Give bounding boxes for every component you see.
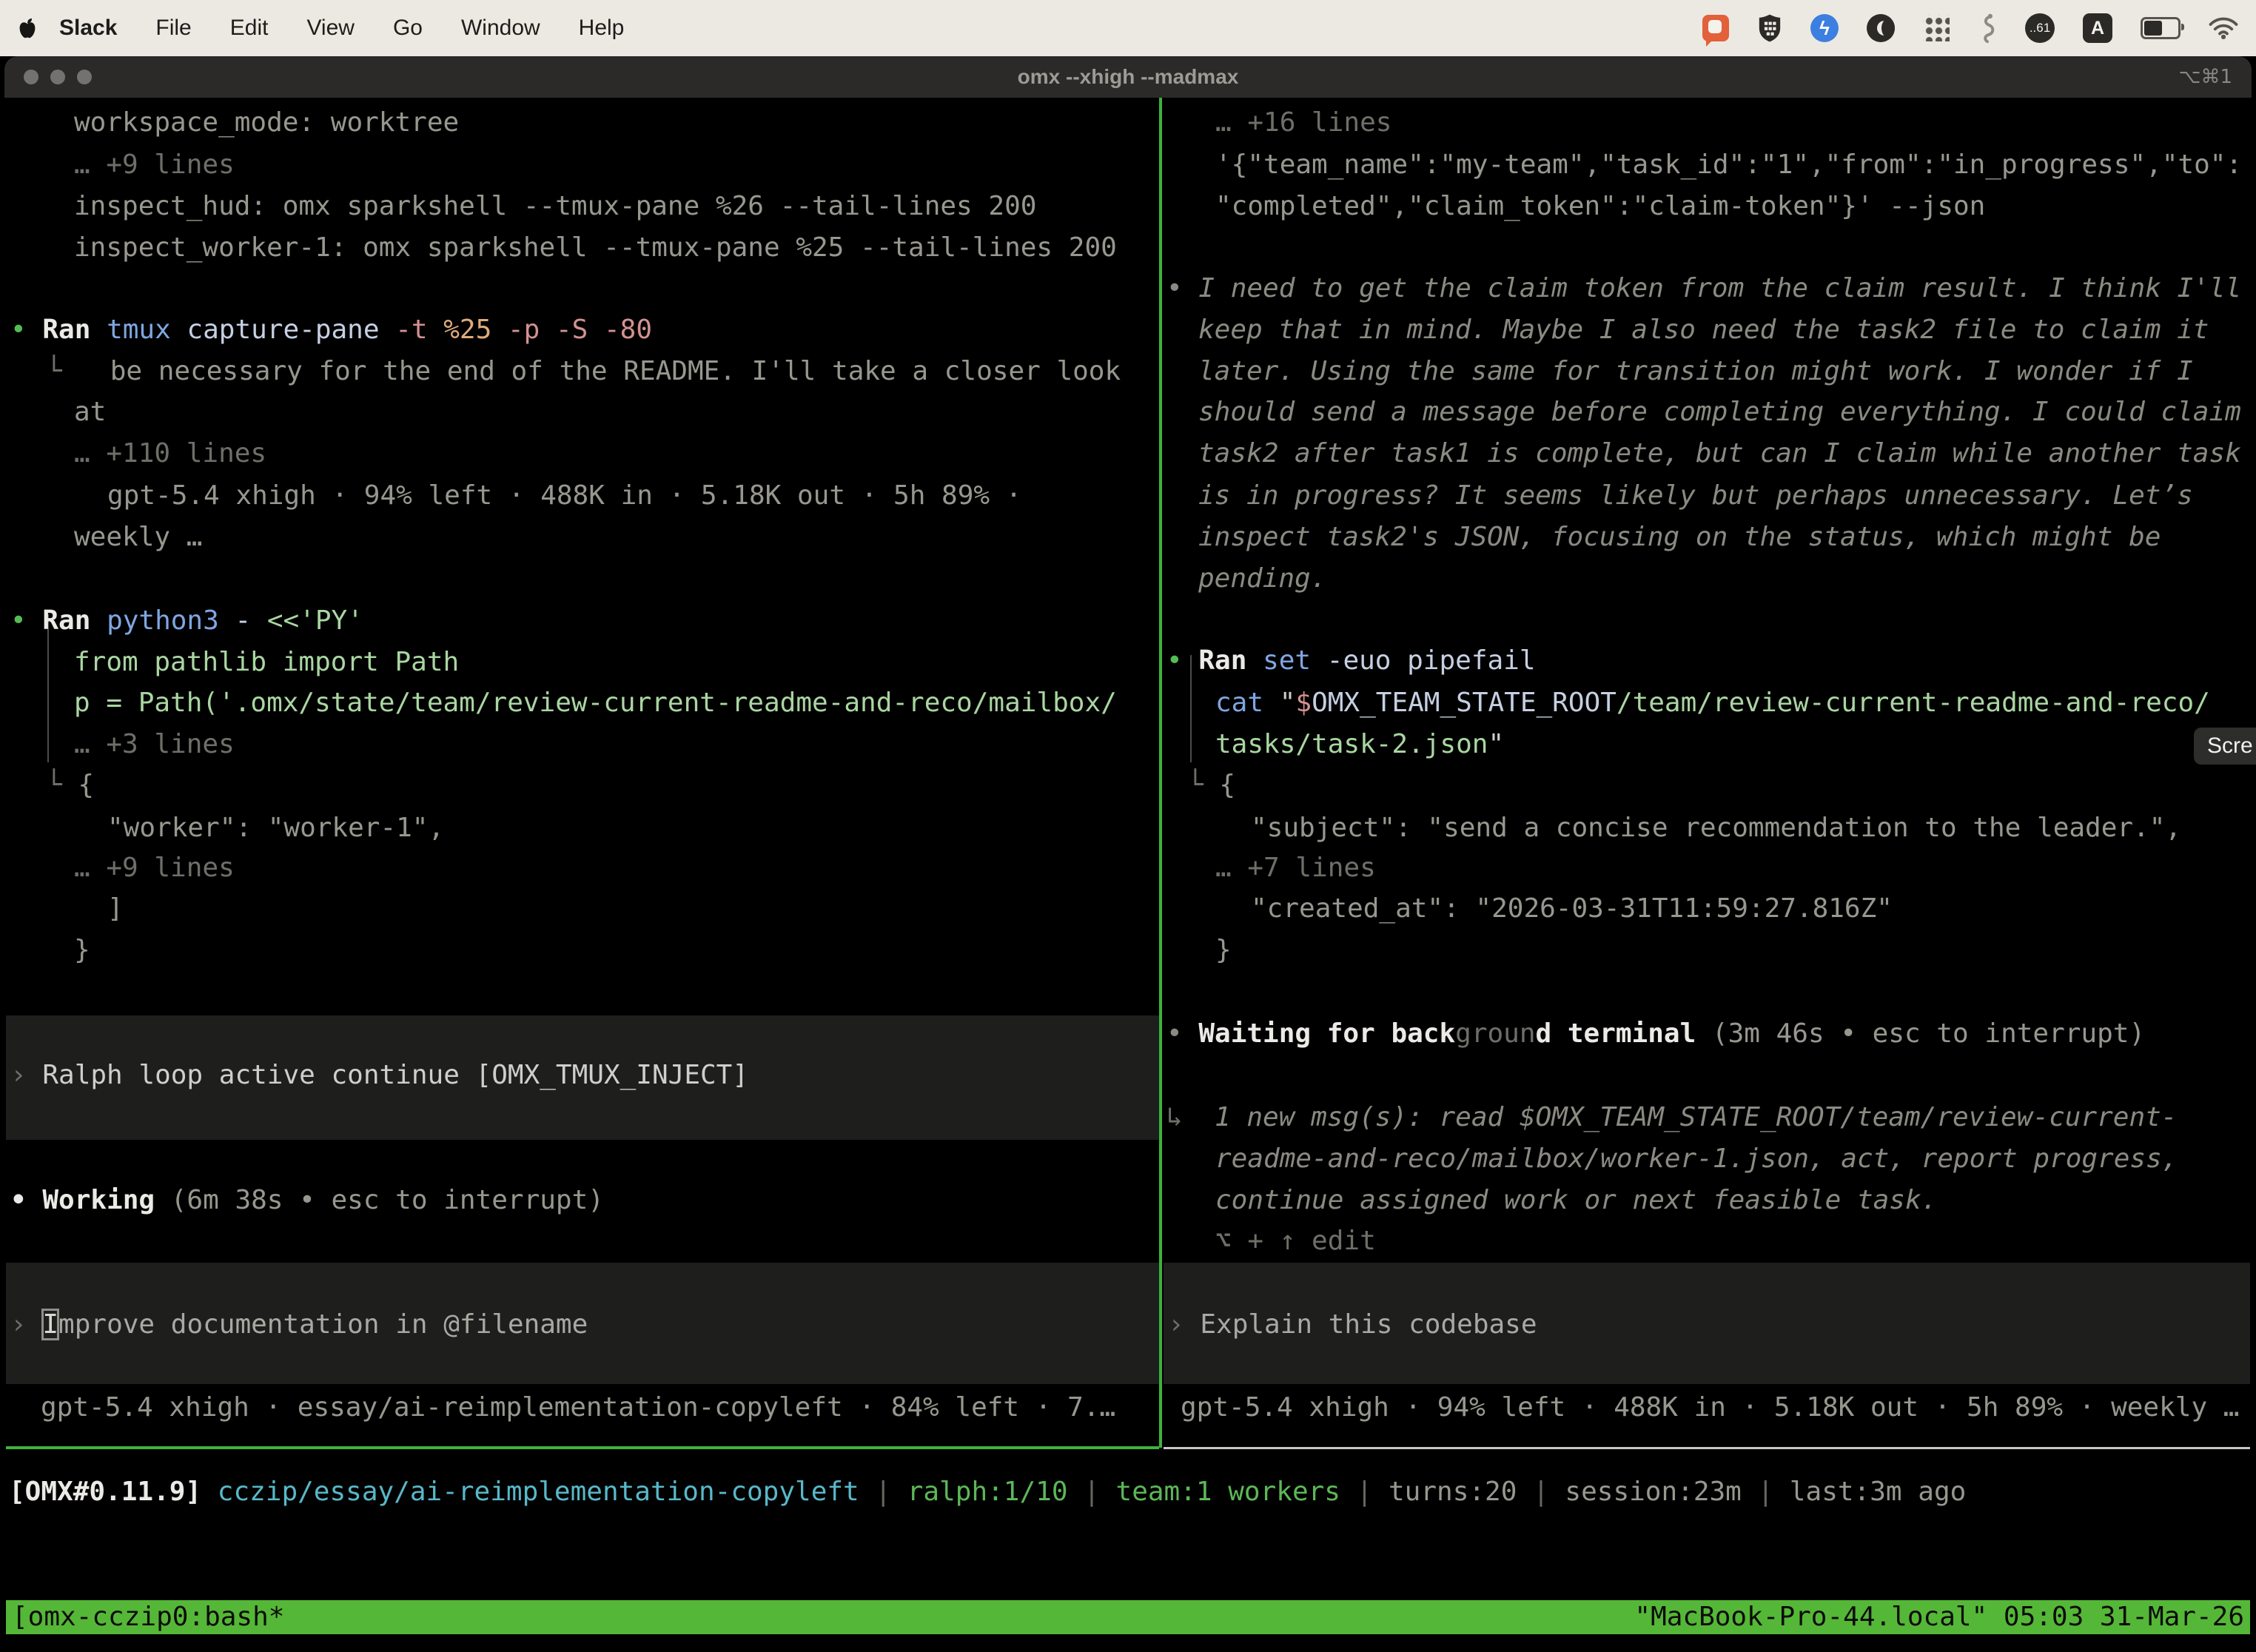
terminal-line: weekly … bbox=[74, 516, 202, 558]
right-pane-bottom-border bbox=[1164, 1447, 2250, 1449]
menu-item-window[interactable]: Window bbox=[461, 16, 540, 41]
terminal-line: inspect task2's JSON, focusing on the st… bbox=[1198, 516, 2161, 558]
terminal-line: • Ran tmux capture-pane -t %25 -p -S -80 bbox=[10, 309, 652, 351]
terminal-line: "completed","claim_token":"claim-token"}… bbox=[1215, 185, 1985, 227]
menu-item-help[interactable]: Help bbox=[579, 16, 625, 41]
terminal-line: } bbox=[74, 929, 90, 971]
menu-status-icons: ϟ ..61 A bbox=[1702, 13, 2238, 43]
terminal-line: gpt-5.4 xhigh · 94% left · 488K in · 5.1… bbox=[107, 474, 1021, 517]
terminal-line: gpt-5.4 xhigh · essay/ai-reimplementatio… bbox=[41, 1386, 1115, 1428]
terminal-line: readme-and-reco/mailbox/worker-1.json, a… bbox=[1215, 1138, 2178, 1180]
terminal-line: ↳ 1 new msg(s): read $OMX_TEAM_STATE_ROO… bbox=[1166, 1096, 2177, 1138]
menu-item-edit[interactable]: Edit bbox=[230, 16, 269, 41]
terminal-line: … +110 lines bbox=[74, 432, 266, 474]
hook-icon[interactable] bbox=[1978, 13, 1997, 43]
terminal-line: … +7 lines bbox=[1215, 847, 1376, 889]
apple-menu-icon[interactable] bbox=[18, 17, 37, 39]
terminal-line: } bbox=[1215, 929, 1232, 971]
terminal-line: task2 after task1 is complete, but can I… bbox=[1198, 432, 2241, 474]
terminal-line: "created_at": "2026-03-31T11:59:27.816Z" bbox=[1251, 887, 1893, 930]
menu-item-view[interactable]: View bbox=[306, 16, 354, 41]
chat-notification-icon[interactable] bbox=[1702, 15, 1729, 41]
terminal-line: • Working (6m 38s • esc to interrupt) bbox=[10, 1179, 604, 1221]
menu-item-go[interactable]: Go bbox=[393, 16, 423, 41]
terminal-line: … +9 lines bbox=[74, 847, 235, 889]
terminal-line: "subject": "send a concise recommendatio… bbox=[1251, 807, 2181, 849]
terminal-line: › Ralph loop active continue [OMX_TMUX_I… bbox=[10, 1054, 748, 1096]
window-title-bar[interactable]: omx --xhigh --madmax ⌥⌘1 bbox=[4, 56, 2252, 98]
count-badge-icon[interactable]: ..61 bbox=[2025, 13, 2055, 43]
terminal-line: at bbox=[74, 391, 106, 433]
terminal-line: p = Path('.omx/state/team/review-current… bbox=[74, 682, 1117, 724]
terminal-line: ⌥ + ↑ edit bbox=[1215, 1220, 1376, 1262]
terminal-line: └ { bbox=[1187, 764, 1235, 806]
wifi-icon[interactable] bbox=[2209, 17, 2238, 39]
terminal-line: inspect_hud: omx sparkshell --tmux-pane … bbox=[74, 185, 1036, 227]
bolt-circle-icon[interactable]: ϟ bbox=[1810, 14, 1839, 42]
terminal-line: inspect_worker-1: omx sparkshell --tmux-… bbox=[74, 226, 1117, 269]
terminal-line: later. Using the same for transition mig… bbox=[1198, 350, 2193, 392]
menu-items: Slack File Edit View Go Window Help bbox=[59, 16, 624, 41]
terminal-line: [OMX#0.11.9] cczip/essay/ai-reimplementa… bbox=[9, 1471, 1966, 1513]
terminal-line: ] bbox=[107, 887, 124, 930]
terminal-line: … +9 lines bbox=[74, 144, 235, 186]
terminal-line: └ be necessary for the end of the README… bbox=[46, 350, 1121, 392]
terminal-line: • I need to get the claim token from the… bbox=[1166, 267, 2241, 309]
screen-tooltip: Scre bbox=[2194, 728, 2256, 765]
left-pane-bottom-border bbox=[6, 1446, 1159, 1449]
terminal-line: tasks/task-2.json" bbox=[1215, 723, 1504, 765]
dots-grid-icon[interactable] bbox=[1923, 15, 1950, 41]
terminal-line: is in progress? It seems likely but perh… bbox=[1198, 474, 2193, 517]
shield-icon[interactable] bbox=[1757, 13, 1782, 43]
terminal-line: pending. bbox=[1198, 557, 1326, 600]
terminal-line: gpt-5.4 xhigh · 94% left · 488K in · 5.1… bbox=[1181, 1386, 2239, 1428]
tmux-status-bar: [omx-cczip0:bash* "MacBook-Pro-44.local"… bbox=[6, 1600, 2250, 1634]
window-title: omx --xhigh --madmax bbox=[4, 56, 2252, 98]
terminal-line: • Ran set -euo pipefail bbox=[1166, 639, 1536, 682]
terminal-line: continue assigned work or next feasible … bbox=[1215, 1179, 1937, 1221]
pane-divider bbox=[1159, 98, 1162, 1448]
battery-icon[interactable] bbox=[2141, 17, 2181, 39]
menu-item-file[interactable]: File bbox=[155, 16, 191, 41]
crescent-circle-icon[interactable] bbox=[1867, 14, 1895, 42]
terminal-line: should send a message before completing … bbox=[1198, 391, 2241, 433]
macos-menu-bar: Slack File Edit View Go Window Help ϟ ..61 A bbox=[0, 0, 2256, 56]
terminal-line: … +3 lines bbox=[74, 723, 235, 765]
window-shortcut: ⌥⌘1 bbox=[2178, 56, 2232, 98]
terminal-line: • Ran python3 - <<'PY' bbox=[10, 600, 363, 642]
menu-item-slack[interactable]: Slack bbox=[59, 16, 117, 41]
terminal-line: from pathlib import Path bbox=[74, 641, 459, 683]
terminal-line: • Waiting for background terminal (3m 46… bbox=[1166, 1013, 2145, 1055]
terminal-line: cat "$OMX_TEAM_STATE_ROOT/team/review-cu… bbox=[1215, 682, 2210, 724]
terminal-line: '{"team_name":"my-team","task_id":"1","f… bbox=[1215, 144, 2242, 186]
terminal-line: └ { bbox=[46, 764, 94, 806]
terminal-line: "worker": "worker-1", bbox=[107, 807, 444, 849]
terminal-line: … +16 lines bbox=[1215, 101, 1391, 144]
tmux-session-label: [omx-cczip0:bash* bbox=[12, 1600, 284, 1634]
terminal-line: keep that in mind. Maybe I also need the… bbox=[1198, 309, 2209, 351]
input-source-icon[interactable]: A bbox=[2083, 13, 2112, 43]
terminal-line: workspace_mode: worktree bbox=[74, 101, 459, 144]
tmux-host-clock: "MacBook-Pro-44.local" 05:03 31-Mar-26 bbox=[1634, 1600, 2244, 1634]
terminal-line: › Improve documentation in @filename bbox=[10, 1303, 588, 1346]
terminal-line: › Explain this codebase bbox=[1168, 1303, 1537, 1346]
